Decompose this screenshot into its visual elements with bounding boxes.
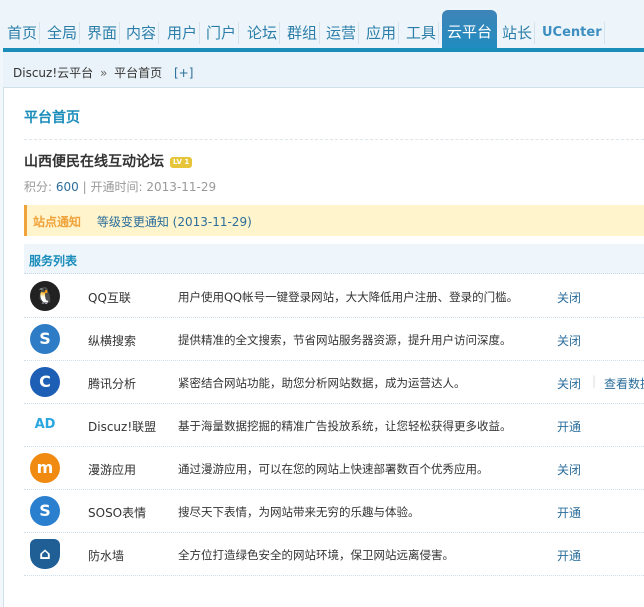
level-badge: LV 1 [170, 156, 193, 168]
search-s-icon: S [30, 324, 60, 354]
service-desc: 全方位打造绿色安全的网站环境，保卫网站远离侵害。 [178, 548, 454, 562]
service-action-link[interactable]: 关闭 [557, 332, 581, 349]
service-action-link[interactable]: 开通 [557, 418, 581, 435]
ad-icon: AD [34, 417, 56, 432]
tab-9[interactable]: 应用 [364, 22, 400, 44]
service-desc: 搜尽天下表情，为网站带来无穷的乐趣与体验。 [178, 505, 420, 519]
service-row: m 漫游应用 通过漫游应用，可以在您的网站上快速部署数百个优秀应用。 关闭 [24, 447, 644, 490]
service-desc: 用户使用QQ帐号一键登录网站，大大降低用户注册、登录的门槛。 [178, 290, 519, 304]
page-title: 平台首页 [24, 110, 80, 126]
service-row: S SOSO表情 搜尽天下表情，为网站带来无穷的乐趣与体验。 开通 [24, 490, 644, 533]
tab-2[interactable]: 界面 [85, 22, 121, 44]
service-row: 🐧 QQ互联 用户使用QQ帐号一键登录网站，大大降低用户注册、登录的门槛。 关闭 [24, 275, 644, 318]
service-row: ⌂ 防水墙 全方位打造绿色安全的网站环境，保卫网站远离侵害。 开通 [24, 533, 644, 576]
soso-smiley-icon: S [30, 496, 60, 526]
divider [24, 139, 644, 140]
tab-6[interactable]: 论坛 [245, 22, 281, 44]
service-name: 漫游应用 [88, 463, 137, 477]
site-meta: 积分: 600 | 开通时间: 2013-11-29 [24, 178, 216, 195]
tab-3[interactable]: 内容 [124, 22, 160, 44]
breadcrumb-current: 平台首页 [114, 66, 163, 80]
service-desc: 通过漫游应用，可以在您的网站上快速部署数百个优秀应用。 [178, 462, 489, 476]
tab-10[interactable]: 工具 [404, 22, 440, 44]
breadcrumb-separator: » [99, 66, 108, 80]
tab-1[interactable]: 全局 [45, 22, 81, 44]
service-row: S 纵横搜索 提供精准的全文搜索，节省网站服务器资源，提升用户访问深度。 关闭 [24, 318, 644, 361]
add-shortcut-button[interactable]: [+] [174, 66, 193, 80]
score-value: 600 [55, 180, 79, 194]
main-content: 平台首页 山西便民在线互动论坛 LV 1 积分: 600 | 开通时间: 2013… [3, 88, 644, 607]
tab-7[interactable]: 群组 [285, 22, 321, 44]
service-desc: 提供精准的全文搜索，节省网站服务器资源，提升用户访问深度。 [178, 333, 512, 347]
tab-5[interactable]: 门户 [204, 22, 240, 44]
notice-label: 站点通知 [33, 215, 82, 229]
service-name: 纵横搜索 [88, 334, 137, 348]
shield-icon: ⌂ [30, 539, 60, 569]
qq-penguin-icon: 🐧 [30, 281, 60, 311]
service-name: Discuz!联盟 [88, 420, 157, 434]
forum-name-text: 山西便民在线互动论坛 [24, 154, 164, 170]
service-action-link[interactable]: 关闭 [557, 375, 581, 392]
service-desc: 紧密结合网站功能，助您分析网站数据，成为运营达人。 [178, 376, 466, 390]
service-desc: 基于海量数据挖掘的精准广告投放系统，让您轻松获得更多收益。 [178, 419, 512, 433]
service-row: AD Discuz!联盟 基于海量数据挖掘的精准广告投放系统，让您轻松获得更多收… [24, 404, 644, 447]
tab-12[interactable]: 站长 [500, 22, 536, 44]
tab-13[interactable]: UCenter [540, 22, 605, 44]
services-list: 🐧 QQ互联 用户使用QQ帐号一键登录网站，大大降低用户注册、登录的门槛。 关闭… [24, 275, 644, 576]
service-action-link[interactable]: 开通 [557, 547, 581, 564]
tab-8[interactable]: 运营 [324, 22, 360, 44]
manyou-icon: m [30, 453, 60, 483]
analytics-icon: C [30, 367, 60, 397]
service-name: QQ互联 [88, 291, 131, 305]
site-notice: 站点通知 等级变更通知 (2013-11-29) [24, 205, 644, 236]
service-action-link[interactable]: 关闭 [557, 289, 581, 306]
service-name: SOSO表情 [88, 506, 147, 520]
forum-name: 山西便民在线互动论坛 LV 1 [24, 151, 193, 171]
meta-divider: | [82, 180, 87, 194]
service-action-link[interactable]: 开通 [557, 504, 581, 521]
breadcrumb-root[interactable]: Discuz!云平台 [13, 66, 93, 80]
tab-11[interactable]: 云平台 [442, 10, 498, 50]
tab-4[interactable]: 用户 [165, 22, 201, 44]
score-label: 积分: [24, 180, 53, 194]
service-row: C 腾讯分析 紧密结合网站功能，助您分析网站数据，成为运营达人。 关闭 | 查看数据 [24, 361, 644, 404]
service-action-link[interactable]: 关闭 [557, 461, 581, 478]
action-divider: | [592, 374, 597, 388]
view-data-link[interactable]: 查看数据 [604, 375, 644, 392]
notice-link[interactable]: 等级变更通知 (2013-11-29) [97, 215, 252, 229]
breadcrumb: Discuz!云平台 » 平台首页 [+] [3, 52, 644, 88]
tab-0[interactable]: 首页 [5, 22, 41, 44]
service-name: 防水墙 [88, 549, 125, 563]
top-nav: 首页 全局 界面 内容 用户 门户 论坛 群组 运营 应用 工具 云平台 站长 UCenter [0, 0, 644, 52]
open-label: 开通时间: [90, 180, 143, 194]
services-header: 服务列表 [24, 244, 644, 274]
service-name: 腾讯分析 [88, 377, 137, 391]
open-date: 2013-11-29 [146, 180, 217, 194]
